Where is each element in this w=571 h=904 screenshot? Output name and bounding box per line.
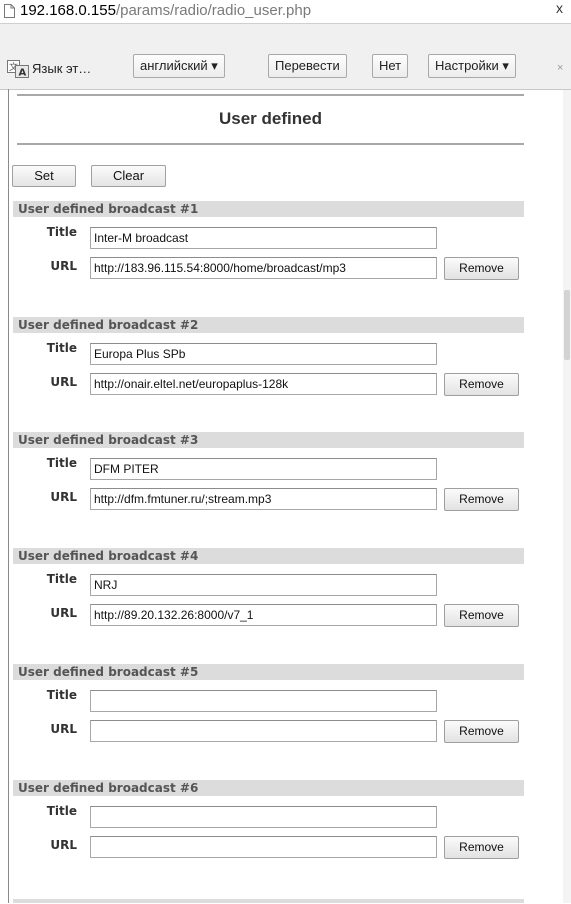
broadcast-section-5: User defined broadcast #5 Title URL Remo… xyxy=(13,664,524,770)
remove-button[interactable]: Remove xyxy=(444,604,519,627)
scrollbar-thumb[interactable] xyxy=(564,290,570,360)
broadcast-header: User defined broadcast #3 xyxy=(13,432,524,448)
title-label: Title xyxy=(46,225,77,239)
url-input[interactable] xyxy=(90,257,437,279)
corner-mark: x xyxy=(556,0,563,16)
broadcast-section-3: User defined broadcast #3 Title URL Remo… xyxy=(13,432,524,538)
url-host: 192.168.0.155 xyxy=(20,2,116,19)
url-label: URL xyxy=(50,490,77,504)
page-icon xyxy=(4,4,15,18)
broadcast-section-2: User defined broadcast #2 Title URL Remo… xyxy=(13,317,524,423)
title-label: Title xyxy=(46,688,77,702)
no-button[interactable]: Нет xyxy=(372,54,409,78)
address-url[interactable]: 192.168.0.155/params/radio/radio_user.ph… xyxy=(20,1,311,21)
title-input[interactable] xyxy=(90,458,437,480)
title-label: Title xyxy=(46,341,77,355)
translate-bar: 文 A Язык эт… английский ▾ Перевести Нет … xyxy=(0,23,571,90)
broadcast-header: User defined broadcast #1 xyxy=(13,201,524,217)
title-input[interactable] xyxy=(90,574,437,596)
language-select[interactable]: английский ▾ xyxy=(133,54,225,78)
title-label: Title xyxy=(46,572,77,586)
svg-text:A: A xyxy=(19,68,27,79)
url-input[interactable] xyxy=(90,488,437,510)
frame-border xyxy=(8,89,9,903)
divider-bottom xyxy=(17,143,524,145)
page-title: User defined xyxy=(219,109,322,128)
url-input[interactable] xyxy=(90,720,437,742)
broadcast-header: User defined broadcast #6 xyxy=(13,780,524,796)
remove-button[interactable]: Remove xyxy=(444,373,519,396)
broadcast-section-6: User defined broadcast #6 Title URL Remo… xyxy=(13,780,524,886)
url-input[interactable] xyxy=(90,373,437,395)
scrollbar[interactable] xyxy=(563,90,571,903)
title-input[interactable] xyxy=(90,343,437,365)
remove-button[interactable]: Remove xyxy=(444,720,519,743)
broadcast-header-partial xyxy=(13,899,524,903)
settings-button[interactable]: Настройки ▾ xyxy=(428,54,516,78)
url-input[interactable] xyxy=(90,836,437,858)
clear-button[interactable]: Clear xyxy=(91,165,166,187)
url-label: URL xyxy=(50,722,77,736)
remove-button[interactable]: Remove xyxy=(444,488,519,511)
url-label: URL xyxy=(50,375,77,389)
title-label: Title xyxy=(46,456,77,470)
title-input[interactable] xyxy=(90,806,437,828)
url-label: URL xyxy=(50,606,77,620)
language-text: Язык эт… xyxy=(32,61,92,76)
url-input[interactable] xyxy=(90,604,437,626)
broadcast-section-1: User defined broadcast #1 Title URL Remo… xyxy=(13,201,524,307)
set-button[interactable]: Set xyxy=(12,165,76,187)
translate-button[interactable]: Перевести xyxy=(268,54,347,78)
remove-button[interactable]: Remove xyxy=(444,836,519,859)
title-input[interactable] xyxy=(90,690,437,712)
url-path: /params/radio/radio_user.php xyxy=(115,2,312,19)
title-label: Title xyxy=(46,804,77,818)
broadcast-header: User defined broadcast #5 xyxy=(13,664,524,680)
broadcast-header: User defined broadcast #2 xyxy=(13,317,524,333)
broadcast-section-4: User defined broadcast #4 Title URL Remo… xyxy=(13,548,524,654)
broadcast-header: User defined broadcast #4 xyxy=(13,548,524,564)
remove-button[interactable]: Remove xyxy=(444,257,519,280)
translate-icon: 文 A xyxy=(7,60,29,78)
url-label: URL xyxy=(50,838,77,852)
address-bar[interactable]: 192.168.0.155/params/radio/radio_user.ph… xyxy=(0,0,571,23)
url-label: URL xyxy=(50,259,77,273)
close-translate-icon[interactable]: × xyxy=(557,62,563,74)
title-input[interactable] xyxy=(90,227,437,249)
divider-top xyxy=(17,94,524,96)
